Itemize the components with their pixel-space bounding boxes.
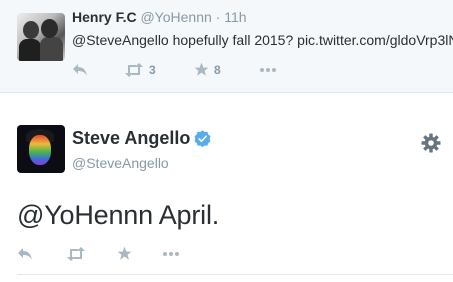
reply-icon: [73, 63, 87, 76]
separator-dot: ·: [215, 9, 221, 25]
favorite-button[interactable]: [117, 246, 162, 261]
tweet-body: hopefully fall 2015?: [172, 32, 294, 48]
tweet-actions: [17, 246, 180, 261]
mention-link[interactable]: @SteveAngello: [72, 32, 169, 48]
retweet-button[interactable]: [66, 246, 117, 261]
gear-icon: [421, 133, 441, 153]
more-button[interactable]: [259, 67, 277, 73]
avatar[interactable]: [17, 13, 65, 61]
tweet-text: @YoHennn April.: [17, 200, 220, 230]
main-tweet[interactable]: Steve Angello @SteveAngello @YoHennn Apr…: [0, 94, 453, 282]
favorite-icon: [117, 246, 132, 260]
reply-tweet-header: Henry F.C @YoHennn · 11h: [72, 9, 247, 25]
more-icon: [260, 67, 276, 72]
favorite-icon: [194, 62, 209, 76]
tweet-actions: 3 8: [72, 62, 277, 77]
avatar[interactable]: [17, 125, 65, 173]
media-link[interactable]: pic.twitter.com/gldoVrp3lN: [297, 32, 453, 48]
more-icon: [163, 251, 179, 256]
more-button[interactable]: [162, 251, 180, 257]
reply-icon: [18, 247, 32, 260]
reply-tweet[interactable]: Henry F.C @YoHennn · 11h @SteveAngello h…: [0, 0, 453, 93]
author-name[interactable]: Steve Angello: [72, 128, 211, 149]
gear-button[interactable]: [421, 133, 441, 153]
author-name-text: Steve Angello: [72, 128, 191, 148]
reply-button[interactable]: [72, 63, 124, 77]
favorite-count: 8: [214, 62, 221, 77]
retweet-icon: [125, 62, 143, 77]
divider: [17, 274, 453, 275]
favorite-button[interactable]: 8: [194, 62, 259, 77]
author-handle[interactable]: @SteveAngello: [72, 155, 169, 171]
retweet-icon: [67, 246, 85, 261]
timestamp[interactable]: 11h: [224, 9, 246, 25]
verified-icon: [194, 130, 211, 147]
tweet-text: @SteveAngello hopefully fall 2015? pic.t…: [72, 32, 453, 48]
retweet-count: 3: [149, 62, 156, 77]
retweet-button[interactable]: 3: [124, 62, 194, 77]
author-name[interactable]: Henry F.C: [72, 9, 137, 25]
author-handle[interactable]: @YoHennn: [140, 9, 211, 25]
reply-button[interactable]: [17, 247, 66, 261]
